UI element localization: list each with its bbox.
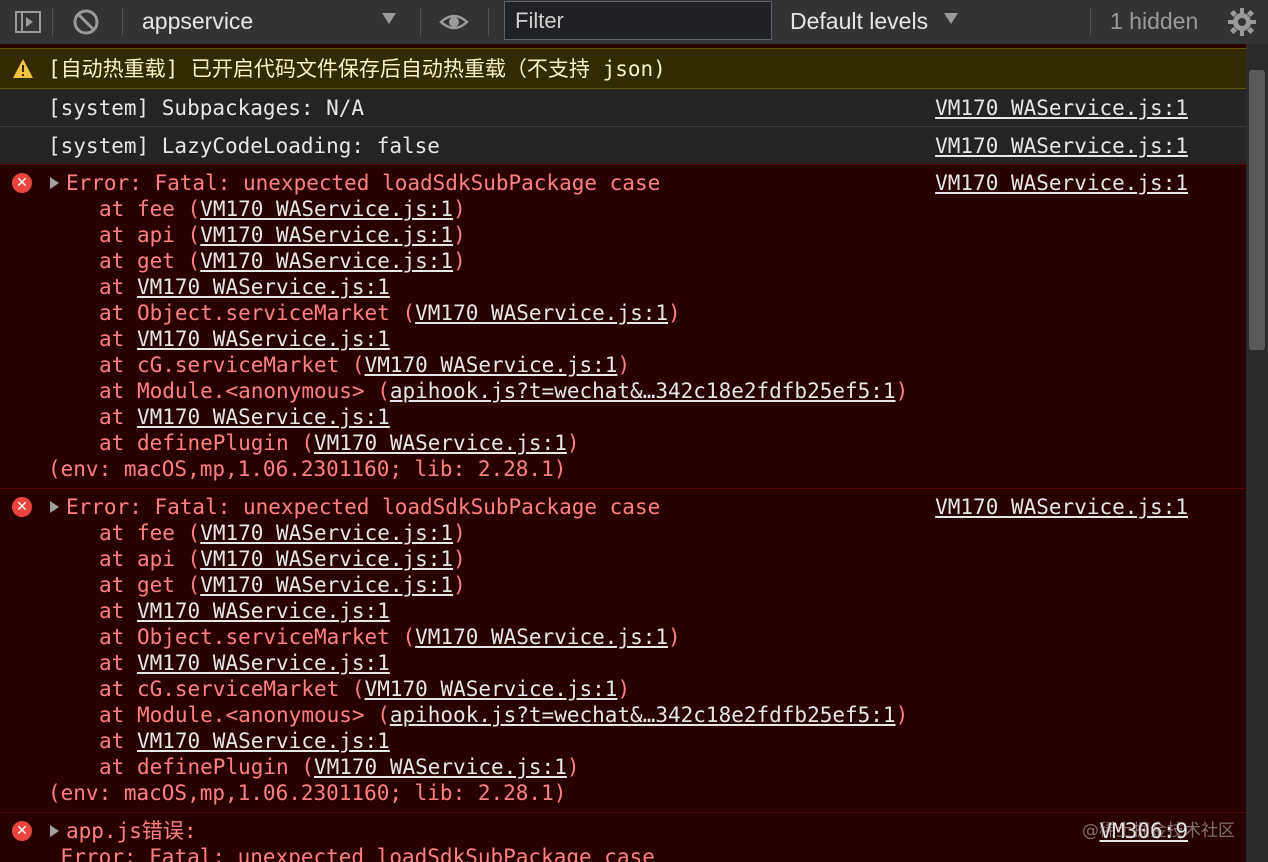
stack-frame: at cG.serviceMarket (VM170 WAService.js:… (99, 353, 631, 377)
log-text: [system] Subpackages: N/A (48, 96, 365, 120)
error-message: ✕ Error: Fatal: unexpected loadSdkSubPac… (0, 489, 1246, 813)
stack-frame: at Object.serviceMarket (VM170 WAService… (99, 625, 681, 649)
stack-frame: at definePlugin (VM170 WAService.js:1) (99, 755, 580, 779)
stack-trace: at fee (VM170 WAService.js:1) at api (VM… (99, 520, 908, 780)
stack-link[interactable]: VM170 WAService.js:1 (200, 197, 453, 221)
stack-frame: at api (VM170 WAService.js:1) (99, 223, 466, 247)
stack-frame: at VM170 WAService.js:1 (99, 599, 390, 623)
stack-frame: at fee (VM170 WAService.js:1) (99, 197, 466, 221)
eye-icon[interactable] (438, 6, 470, 38)
stack-link[interactable]: VM170 WAService.js:1 (137, 405, 390, 429)
chevron-down-icon[interactable] (382, 13, 396, 24)
stack-frame: at Object.serviceMarket (VM170 WAService… (99, 301, 681, 325)
error-title: app.js错误: (66, 819, 197, 843)
stack-link[interactable]: VM170 WAService.js:1 (200, 521, 453, 545)
warning-icon (12, 58, 34, 80)
toolbar-divider (52, 8, 53, 36)
error-icon: ✕ (12, 173, 32, 193)
stack-frame: at cG.serviceMarket (VM170 WAService.js:… (99, 677, 631, 701)
stack-frame: at get (VM170 WAService.js:1) (99, 573, 466, 597)
stack-frame: at VM170 WAService.js:1 (99, 651, 390, 675)
stack-frame: at get (VM170 WAService.js:1) (99, 249, 466, 273)
stack-link[interactable]: VM170 WAService.js:1 (137, 327, 390, 351)
hidden-count: 1 hidden (1110, 8, 1199, 34)
stack-frame: at Module.<anonymous> (apihook.js?t=wech… (99, 379, 909, 403)
stack-frame: at VM170 WAService.js:1 (99, 327, 390, 351)
stack-frame: at VM170 WAService.js:1 (99, 729, 390, 753)
toolbar-divider (488, 8, 489, 36)
log-message: [system] Subpackages: N/A VM170 WAServic… (0, 89, 1246, 127)
stack-link[interactable]: VM170 WAService.js:1 (415, 301, 668, 325)
stack-link[interactable]: VM170 WAService.js:1 (365, 677, 618, 701)
console-log: [自动热重载] 已开启代码文件保存后自动热重载（不支持 json) [syste… (0, 44, 1246, 862)
source-link[interactable]: VM170 WAService.js:1 (935, 95, 1188, 121)
stack-link[interactable]: VM170 WAService.js:1 (137, 599, 390, 623)
chevron-down-icon[interactable] (944, 13, 958, 24)
context-selector[interactable]: appservice (142, 6, 253, 36)
clear-console-icon[interactable] (70, 6, 102, 38)
toolbar-divider (420, 8, 421, 36)
expand-triangle-icon[interactable] (50, 501, 59, 513)
stack-frame: at Module.<anonymous> (apihook.js?t=wech… (99, 703, 909, 727)
warning-message: [自动热重载] 已开启代码文件保存后自动热重载（不支持 json) (0, 48, 1246, 89)
toolbar-divider (122, 8, 123, 36)
log-text: [system] LazyCodeLoading: false (48, 134, 440, 158)
log-levels-dropdown[interactable]: Default levels (790, 6, 928, 36)
warning-text: [自动热重载] 已开启代码文件保存后自动热重载（不支持 json) (48, 57, 666, 81)
error-title: Error: Fatal: unexpected loadSdkSubPacka… (66, 495, 661, 519)
gear-icon[interactable] (1226, 6, 1258, 38)
stack-link[interactable]: VM170 WAService.js:1 (415, 625, 668, 649)
stack-link[interactable]: VM170 WAService.js:1 (200, 223, 453, 247)
source-link[interactable]: VM170 WAService.js:1 (935, 494, 1188, 520)
error-detail: Error: Fatal: unexpected loadSdkSubPacka… (48, 845, 655, 862)
error-icon: ✕ (12, 497, 32, 517)
stack-frame: at VM170 WAService.js:1 (99, 405, 390, 429)
stack-frame: at fee (VM170 WAService.js:1) (99, 521, 466, 545)
stack-link[interactable]: apihook.js?t=wechat&…342c18e2fdfb25ef5:1 (390, 379, 896, 403)
stack-link[interactable]: VM170 WAService.js:1 (314, 755, 567, 779)
sidebar-toggle-icon[interactable] (12, 6, 44, 38)
source-link[interactable]: VM170 WAService.js:1 (935, 170, 1188, 196)
stack-frame: at VM170 WAService.js:1 (99, 275, 390, 299)
error-icon: ✕ (12, 821, 32, 841)
stack-link[interactable]: VM170 WAService.js:1 (200, 573, 453, 597)
error-message: ✕ Error: Fatal: unexpected loadSdkSubPac… (0, 165, 1246, 489)
env-info: (env: macOS,mp,1.06.2301160; lib: 2.28.1… (48, 457, 567, 481)
console-toolbar: appservice Default levels 1 hidden (0, 0, 1268, 44)
error-message: ✕ app.js错误: VM306:9 Error: Fatal: unexpe… (0, 813, 1246, 862)
stack-link[interactable]: VM170 WAService.js:1 (137, 275, 390, 299)
stack-link[interactable]: VM170 WAService.js:1 (137, 729, 390, 753)
stack-link[interactable]: apihook.js?t=wechat&…342c18e2fdfb25ef5:1 (390, 703, 896, 727)
stack-link[interactable]: VM170 WAService.js:1 (314, 431, 567, 455)
stack-link[interactable]: VM170 WAService.js:1 (137, 651, 390, 675)
watermark: @稀土掘金技术社区 (1082, 821, 1235, 841)
log-message: [system] LazyCodeLoading: false VM170 WA… (0, 127, 1246, 165)
source-link[interactable]: VM170 WAService.js:1 (935, 133, 1188, 159)
toolbar-divider (1090, 8, 1091, 36)
stack-link[interactable]: VM170 WAService.js:1 (365, 353, 618, 377)
filter-input[interactable] (504, 1, 772, 40)
scrollbar-thumb[interactable] (1249, 70, 1265, 350)
stack-trace: at fee (VM170 WAService.js:1) at api (VM… (99, 196, 908, 456)
expand-triangle-icon[interactable] (50, 177, 59, 189)
stack-frame: at definePlugin (VM170 WAService.js:1) (99, 431, 580, 455)
env-info: (env: macOS,mp,1.06.2301160; lib: 2.28.1… (48, 781, 567, 805)
stack-link[interactable]: VM170 WAService.js:1 (200, 249, 453, 273)
expand-triangle-icon[interactable] (50, 825, 59, 837)
stack-frame: at api (VM170 WAService.js:1) (99, 547, 466, 571)
error-title: Error: Fatal: unexpected loadSdkSubPacka… (66, 171, 661, 195)
stack-link[interactable]: VM170 WAService.js:1 (200, 547, 453, 571)
